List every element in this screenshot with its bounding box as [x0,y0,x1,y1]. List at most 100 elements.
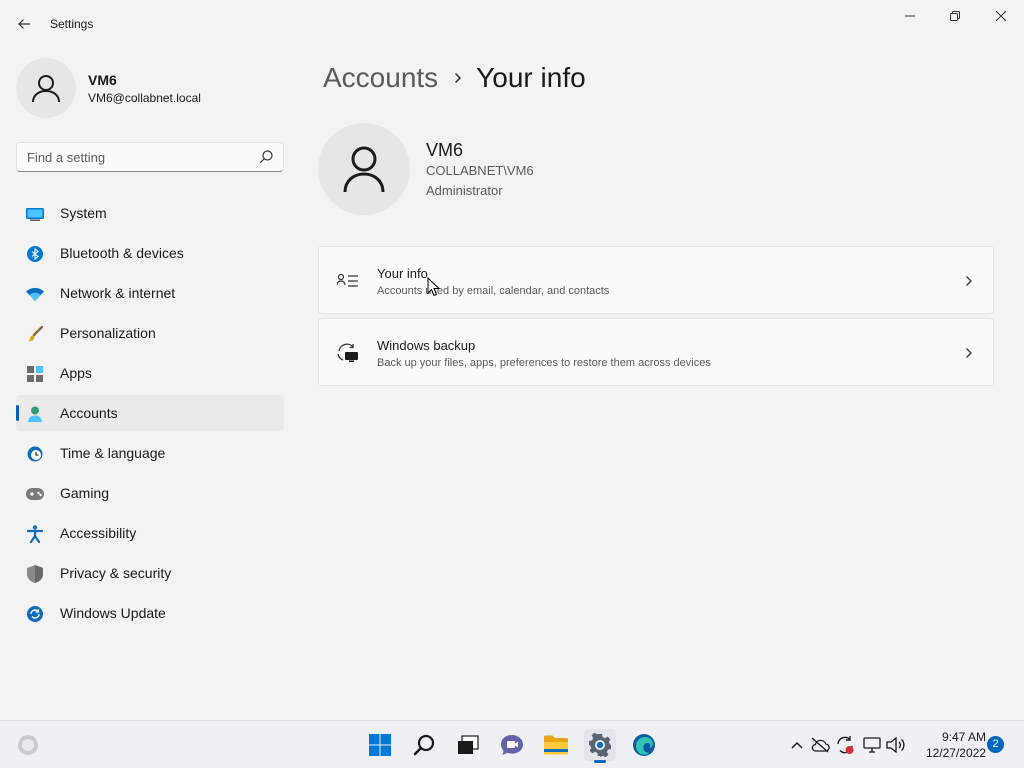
restore-button[interactable] [932,0,978,32]
bluetooth-icon [26,245,44,263]
breadcrumb: Accounts Your info [323,58,586,98]
restore-icon [950,11,960,21]
sidebar-item-gaming[interactable]: Gaming [16,475,284,511]
sidebar-item-bluetooth[interactable]: Bluetooth & devices [16,235,284,271]
volume-icon [886,737,905,753]
back-arrow-icon [18,19,30,29]
sidebar-item-label: Personalization [60,325,156,341]
chevron-right-icon [963,273,975,289]
sidebar-item-label: Network & internet [60,285,176,301]
back-button[interactable] [10,10,38,38]
taskbar-search-button[interactable] [408,729,440,761]
close-button[interactable] [978,0,1024,32]
gamepad-icon [26,485,44,503]
sidebar-item-accessibility[interactable]: Accessibility [16,515,284,551]
sidebar-item-personalization[interactable]: Personalization [16,315,284,351]
paintbrush-icon [26,325,44,343]
clock-date: 12/27/2022 [925,746,986,760]
search-icon[interactable] [259,150,273,164]
person-avatar-icon [32,75,60,103]
clock-time: 9:47 AM [941,730,986,744]
user-name: VM6 [88,72,117,88]
avatar [16,58,76,118]
notification-badge[interactable]: 2 [987,736,1004,753]
profile-role: Administrator [426,183,503,198]
settings-app-button[interactable] [584,729,616,763]
sidebar-item-time-language[interactable]: Time & language [16,435,284,471]
person-avatar-icon [343,146,385,193]
windows-backup-card[interactable]: Windows backup Back up your files, apps,… [318,318,994,386]
app-title: Settings [50,17,94,31]
apps-icon [26,365,44,383]
sync-icon [26,605,44,623]
sync-alert-icon [837,736,854,754]
chevron-right-icon [454,72,462,84]
taskbar-clock[interactable]: 9:47 AM 12/27/2022 [916,729,986,761]
task-view-icon [458,735,479,754]
minimize-button[interactable] [887,0,933,32]
cloud-offline-icon [811,737,830,753]
search-icon [413,734,435,756]
your-info-card[interactable]: Your info Accounts used by email, calend… [318,246,994,314]
widgets-button[interactable] [12,729,44,761]
chat-icon [501,735,523,755]
sidebar-item-accounts[interactable]: Accounts [16,395,284,431]
user-email: VM6@collabnet.local [88,91,201,105]
task-view-button[interactable] [452,729,484,761]
sidebar-item-privacy-security[interactable]: Privacy & security [16,555,284,591]
profile-domain: COLLABNET\VM6 [426,163,534,178]
weather-widget-icon [18,735,38,755]
sidebar-item-label: Accessibility [60,525,137,541]
accessibility-icon [26,525,44,543]
search-box [16,142,284,172]
card-description: Accounts used by email, calendar, and co… [377,285,610,297]
wifi-icon [26,285,44,303]
start-button[interactable] [364,729,396,761]
start-icon [369,734,391,756]
edge-icon [633,734,655,756]
shield-icon [26,565,44,583]
minimize-icon [905,15,915,17]
sidebar-user-card[interactable]: VM6 VM6@collabnet.local [16,58,286,118]
chevron-right-icon [963,345,975,361]
chat-button[interactable] [496,729,528,761]
close-icon [996,11,1006,21]
backup-icon [337,343,359,363]
taskbar: 9:47 AM 12/27/2022 [0,720,1024,768]
monitor-icon [26,205,44,223]
onedrive-tray-button[interactable] [810,735,830,755]
mouse-cursor-icon [427,277,441,297]
sidebar-item-label: Windows Update [60,605,166,621]
sidebar-item-label: System [60,205,107,221]
file-explorer-icon [544,735,568,755]
card-description: Back up your files, apps, preferences to… [377,357,711,369]
sidebar-item-label: Gaming [60,485,110,501]
page-title: Your info [476,62,586,93]
title-bar: Settings [0,0,1024,48]
sidebar-item-label: Privacy & security [60,565,172,581]
profile-name: VM6 [426,140,464,160]
breadcrumb-parent-link[interactable]: Accounts [323,62,438,94]
sidebar-item-network[interactable]: Network & internet [16,275,284,311]
edge-button[interactable] [628,729,660,761]
person-icon [26,405,44,423]
update-tray-button[interactable] [835,735,855,755]
show-hidden-icons-button[interactable] [787,735,807,755]
file-explorer-button[interactable] [540,729,572,761]
card-title: Your info [377,266,428,281]
sidebar-item-label: Apps [60,365,92,381]
sidebar-item-system[interactable]: System [16,195,284,231]
network-icon [863,737,881,753]
globe-clock-icon [26,445,44,463]
sidebar-item-label: Time & language [60,445,166,461]
volume-tray-button[interactable] [886,735,906,755]
sidebar-item-apps[interactable]: Apps [16,355,284,391]
sidebar-item-label: Accounts [60,405,118,421]
sidebar-nav: System Bluetooth & devices Network & int… [16,195,284,635]
contact-card-icon [337,271,359,291]
network-tray-button[interactable] [862,735,882,755]
sidebar-item-windows-update[interactable]: Windows Update [16,595,284,631]
search-input[interactable] [17,143,253,171]
settings-icon [589,733,611,757]
profile-avatar [318,123,410,215]
